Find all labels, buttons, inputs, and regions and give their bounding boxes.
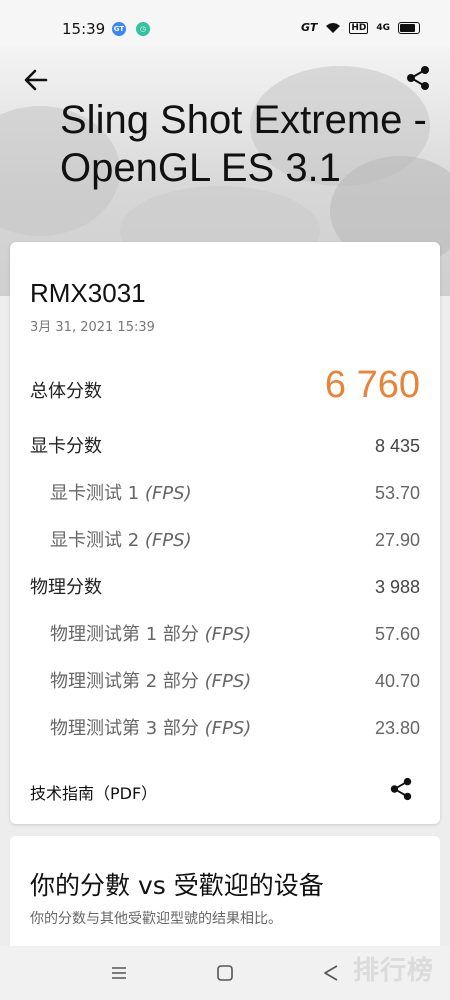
physics-test-label: 物理测试第 3 部分: [50, 718, 199, 739]
physics-test-label: 物理测试第 2 部分: [50, 671, 199, 692]
total-score-row: 总体分数 6 760: [30, 364, 420, 407]
share-guide-icon[interactable]: [388, 776, 414, 802]
status-time: 15:39: [62, 20, 106, 38]
fps-unit: (FPS): [204, 718, 252, 739]
physics-test-row: 物理测试第 2 部分 (FPS) 40.70: [30, 667, 420, 693]
home-icon[interactable]: [214, 962, 236, 984]
physics-test-value: 23.80: [374, 718, 420, 738]
comparison-card[interactable]: 你的分數 vs 受歡迎的设备 你的分数与其他受歡迎型號的结果相比。: [10, 836, 440, 956]
physics-test-label: 物理测试第 1 部分: [50, 624, 199, 645]
graphics-score-row: 显卡分数 8 435: [30, 432, 420, 458]
physics-test-value: 40.70: [374, 671, 420, 691]
graphics-test-label: 显卡测试 1: [50, 483, 140, 504]
fps-unit: (FPS): [144, 530, 192, 551]
graphics-test-value: 27.90: [374, 530, 420, 550]
status-indicators: GT HD 4G: [301, 21, 420, 34]
graphics-test-row: 显卡测试 1 (FPS) 53.70: [30, 479, 420, 505]
graphics-test-row: 显卡测试 2 (FPS) 27.90: [30, 526, 420, 552]
physics-score-label: 物理分数: [30, 577, 102, 598]
menu-icon[interactable]: [108, 962, 130, 984]
graphics-score-label: 显卡分数: [30, 436, 102, 457]
device-name: RMX3031: [30, 278, 146, 308]
total-score-label: 总体分数: [30, 381, 102, 402]
fps-unit: (FPS): [144, 483, 192, 504]
fps-unit: (FPS): [204, 624, 252, 645]
fps-unit: (FPS): [204, 671, 252, 692]
wifi-icon: [326, 22, 341, 33]
result-card: RMX3031 3月 31, 2021 15:39 总体分数 6 760 显卡分…: [10, 242, 440, 824]
comparison-subtitle: 你的分数与其他受歡迎型號的结果相比。: [30, 911, 282, 927]
notification-icon: GT: [112, 22, 126, 36]
gt-mode-icon: GT: [300, 21, 318, 34]
technical-guide-link[interactable]: 技术指南（PDF）: [30, 780, 157, 804]
comparison-title: 你的分數 vs 受歡迎的设备: [30, 871, 324, 900]
physics-test-row: 物理测试第 3 部分 (FPS) 23.80: [30, 714, 420, 740]
back-arrow-icon[interactable]: [22, 66, 50, 94]
app-notification-icon: ◷: [136, 22, 150, 36]
graphics-test-value: 53.70: [374, 483, 420, 503]
battery-icon: [398, 21, 420, 34]
graphics-score-value: 8 435: [374, 436, 420, 456]
total-score-value: 6 760: [324, 364, 420, 406]
back-triangle-icon[interactable]: [320, 962, 342, 984]
result-date: 3月 31, 2021 15:39: [30, 320, 155, 335]
graphics-test-label: 显卡测试 2: [50, 530, 140, 551]
hd-icon: HD: [349, 21, 369, 34]
watermark: 排行榜: [352, 956, 434, 986]
share-icon[interactable]: [404, 64, 432, 92]
physics-score-value: 3 988: [374, 577, 420, 597]
physics-score-row: 物理分数 3 988: [30, 573, 420, 599]
physics-test-row: 物理测试第 1 部分 (FPS) 57.60: [30, 620, 420, 646]
page-title: Sling Shot Extreme - OpenGL ES 3.1: [60, 98, 427, 190]
physics-test-value: 57.60: [374, 624, 420, 644]
signal-icon: 4G: [376, 22, 390, 33]
